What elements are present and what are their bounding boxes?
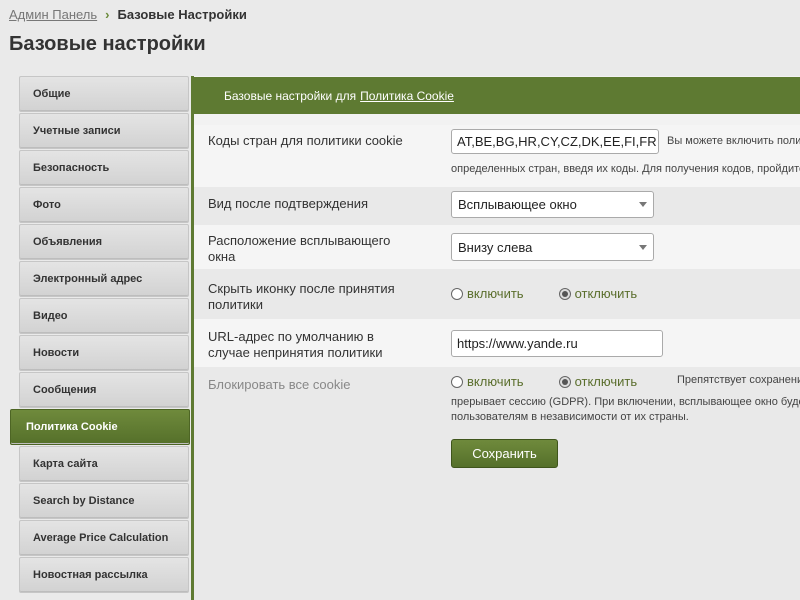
hide-icon-disable-radio[interactable]: отключить — [558, 286, 638, 301]
popup-position-label-1: Расположение всплывающего — [208, 233, 391, 248]
panel-header-text: Базовые настройки для — [224, 88, 357, 103]
block-cookies-note-3: пользователям в независимости от их стра… — [451, 411, 689, 423]
country-codes-input[interactable]: AT,BE,BG,HR,CY,CZ,DK,EE,FI,FR — [451, 129, 659, 154]
hide-icon-radio-group: включить отключить — [451, 286, 637, 301]
sidebar-item-security[interactable]: Безопасность — [19, 150, 189, 186]
popup-position-row: Расположение всплывающего окна Внизу сле… — [194, 225, 800, 269]
block-cookies-note-1: Препятствует сохранени — [677, 374, 800, 386]
block-cookies-disable-label: отключить — [574, 374, 638, 389]
sidebar-item-general[interactable]: Общие — [19, 76, 189, 112]
sidebar-item-video[interactable]: Видео — [19, 298, 189, 334]
block-cookies-disable-radio[interactable]: отключить — [558, 374, 638, 389]
breadcrumb: Админ Панель › Базовые Настройки — [9, 7, 247, 22]
view-after-value: Всплывающее окно — [458, 197, 577, 212]
breadcrumb-root-link[interactable]: Админ Панель — [9, 7, 97, 22]
hide-icon-disable-label: отключить — [574, 286, 638, 301]
sidebar: Общие Учетные записи Безопасность Фото О… — [10, 76, 190, 594]
block-cookies-note-2: прерывает сессию (GDPR). При включении, … — [451, 396, 800, 408]
sidebar-item-sitemap[interactable]: Карта сайта — [19, 446, 189, 482]
sidebar-item-cookie-policy[interactable]: Политика Cookie — [10, 409, 190, 445]
radio-off-icon — [451, 287, 463, 300]
country-codes-note-1: Вы можете включить полит — [667, 135, 800, 147]
page-title: Базовые настройки — [9, 33, 206, 55]
sidebar-item-email[interactable]: Электронный адрес — [19, 261, 189, 297]
view-after-row: Вид после подтверждения Всплывающее окно — [194, 187, 800, 225]
panel-header: Базовые настройки для Политика Cookie — [194, 77, 800, 114]
sidebar-item-listings[interactable]: Объявления — [19, 224, 189, 260]
popup-position-select[interactable]: Внизу слева — [451, 233, 654, 261]
chevron-down-icon — [639, 202, 647, 207]
default-url-label-2: случае непринятия политики — [208, 345, 383, 360]
hide-icon-label-1: Скрыть иконку после принятия — [208, 281, 395, 296]
block-cookies-label: Блокировать все cookie — [208, 377, 351, 392]
hide-icon-enable-label: включить — [467, 286, 524, 301]
hide-icon-row: Скрыть иконку после принятия политики вк… — [194, 269, 800, 319]
panel-header-link[interactable]: Политика Cookie — [360, 89, 454, 103]
sidebar-item-average-price[interactable]: Average Price Calculation — [19, 520, 189, 556]
block-cookies-enable-label: включить — [467, 374, 524, 389]
view-after-label: Вид после подтверждения — [208, 196, 369, 211]
country-codes-row: Коды стран для политики cookie AT,BE,BG,… — [194, 125, 800, 187]
chevron-down-icon — [639, 244, 647, 250]
radio-on-icon — [558, 375, 571, 388]
hide-icon-label-2: политики — [208, 297, 263, 312]
settings-panel: Базовые настройки для Политика Cookie Ко… — [191, 76, 800, 600]
chevron-right-icon: › — [105, 7, 110, 22]
default-url-input[interactable]: https://www.yande.ru — [451, 330, 663, 357]
country-codes-note-2: определенных стран, введя их коды. Для п… — [451, 163, 800, 175]
sidebar-item-photo[interactable]: Фото — [19, 187, 189, 223]
sidebar-item-newsletter[interactable]: Новостная рассылка — [19, 557, 189, 593]
block-cookies-row: Блокировать все cookie включить отключит… — [194, 367, 800, 600]
sidebar-item-search-by-distance[interactable]: Search by Distance — [19, 483, 189, 519]
block-cookies-radio-group: включить отключить — [451, 374, 637, 389]
sidebar-item-accounts[interactable]: Учетные записи — [19, 113, 189, 149]
popup-position-label-2: окна — [208, 249, 236, 264]
country-codes-label: Коды стран для политики cookie — [208, 133, 403, 148]
breadcrumb-current: Базовые Настройки — [117, 7, 247, 22]
save-button[interactable]: Сохранить — [451, 439, 558, 468]
default-url-row: URL-адрес по умолчанию в случае непринят… — [194, 319, 800, 367]
sidebar-item-news[interactable]: Новости — [19, 335, 189, 371]
popup-position-value: Внизу слева — [458, 239, 533, 255]
default-url-label-1: URL-адрес по умолчанию в — [208, 329, 374, 344]
block-cookies-enable-radio[interactable]: включить — [451, 374, 524, 389]
radio-off-icon — [451, 375, 463, 388]
radio-on-icon — [558, 287, 571, 300]
sidebar-item-messages[interactable]: Сообщения — [19, 372, 189, 408]
view-after-select[interactable]: Всплывающее окно — [451, 191, 654, 218]
hide-icon-enable-radio[interactable]: включить — [451, 286, 524, 301]
